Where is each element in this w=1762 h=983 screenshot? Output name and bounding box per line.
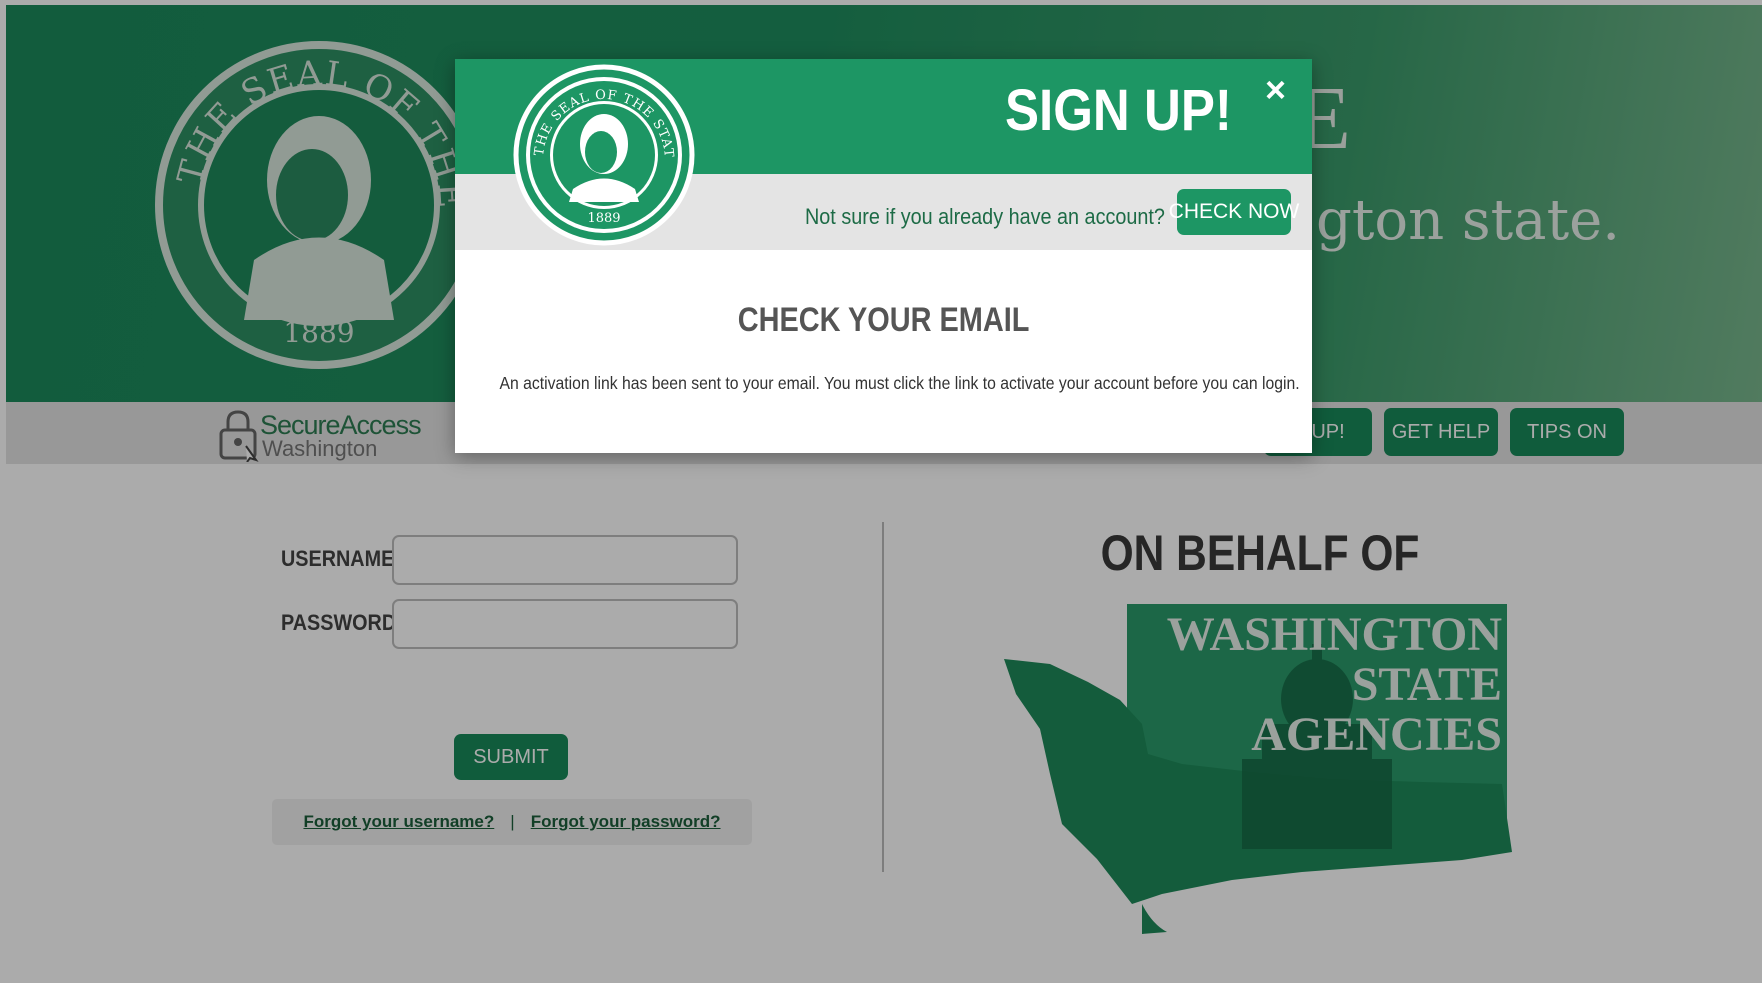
activation-message: An activation link has been sent to your…	[499, 373, 1300, 393]
svg-text:1889: 1889	[587, 211, 620, 226]
close-icon[interactable]: ×	[1265, 69, 1286, 111]
state-seal-icon: THE SEAL OF THE STATE OF WASHINGTON 1889	[513, 64, 695, 246]
check-email-heading: CHECK YOUR EMAIL	[737, 301, 1030, 339]
check-now-button[interactable]: CHECK NOW	[1169, 189, 1299, 235]
account-question-text: Not sure if you already have an account?	[805, 204, 1165, 229]
modal-title: SIGN UP!	[1005, 78, 1232, 143]
sign-up-modal: THE SEAL OF THE STATE OF WASHINGTON 1889…	[455, 59, 1312, 453]
